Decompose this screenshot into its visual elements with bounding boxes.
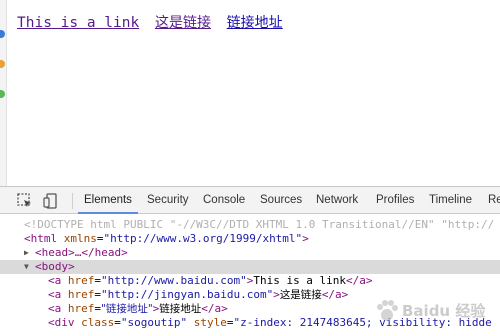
tab-timeline[interactable]: Timeline — [423, 187, 478, 214]
tab-profiles[interactable]: Profiles — [370, 187, 420, 214]
dom-link1-line[interactable]: <a href="http://www.baidu.com">This is a… — [0, 274, 500, 288]
link1-close: </a> — [346, 274, 373, 287]
devtools-toolbar: Elements Security Console Sources Networ… — [0, 187, 500, 214]
devtools-panel: Elements Security Console Sources Networ… — [0, 186, 500, 336]
link3-val: "链接地址" — [101, 303, 153, 315]
tab-overflow[interactable]: Re — [482, 187, 500, 214]
dom-div-line[interactable]: <div class="sogoutip" style="z-index: 21… — [0, 316, 500, 330]
link2-open: <a — [48, 288, 62, 301]
link3-open: <a — [48, 302, 62, 315]
link1-text: This is a link — [253, 274, 347, 287]
html-tag-open: <html — [24, 232, 58, 245]
link-this-is-a-link[interactable]: This is a link — [17, 15, 139, 31]
edge-marker-orange — [0, 60, 5, 68]
collapsed-triangle-icon[interactable]: ▶ — [24, 246, 29, 260]
body-tag: <body> — [35, 260, 75, 273]
link2-gt: > — [273, 288, 280, 301]
html-attr-value: "http://www.w3.org/1999/xhtml" — [103, 232, 303, 245]
window-left-edge — [0, 0, 7, 186]
html-attr-name: xmlns — [63, 232, 97, 245]
link-zhe-shi-lian-jie[interactable]: 这是链接 — [155, 15, 211, 31]
div-open: <div — [48, 316, 75, 329]
tab-elements[interactable]: Elements — [78, 187, 138, 214]
link1-val: "http://www.baidu.com" — [101, 274, 247, 287]
link2-text: 这是链接 — [279, 289, 322, 301]
expanded-triangle-icon[interactable]: ▼ — [24, 260, 29, 274]
link1-attr: href — [67, 274, 95, 287]
dom-html-line[interactable]: <html xmlns="http://www.w3.org/1999/xhtm… — [0, 232, 500, 246]
link3-attr: href — [67, 302, 95, 315]
div-val-style: "z-index: 2147483645; visibility: hidde — [233, 316, 492, 329]
tab-console[interactable]: Console — [197, 187, 251, 214]
edge-marker-green — [0, 90, 5, 98]
div-attr-class: class — [81, 316, 115, 329]
tab-sources[interactable]: Sources — [254, 187, 308, 214]
dom-head-line[interactable]: ▶ <head>…</head> — [0, 246, 500, 260]
dom-body-line[interactable]: ▼ <body> — [0, 260, 500, 274]
tab-network[interactable]: Network — [310, 187, 364, 214]
link2-val: "http://jingyan.baidu.com" — [101, 288, 274, 301]
link2-close: </a> — [321, 288, 349, 301]
link3-close: </a> — [201, 302, 228, 315]
dom-doctype-line[interactable]: <!DOCTYPE html PUBLIC "-//W3C//DTD XHTML… — [0, 218, 500, 232]
link1-open: <a — [48, 274, 62, 287]
link-lian-jie-di-zhi[interactable]: 链接地址 — [227, 15, 283, 31]
rendered-links-row: This is a link 这是链接 链接地址 — [17, 13, 290, 33]
doctype-text: <!DOCTYPE html PUBLIC "-//W3C//DTD XHTML… — [24, 218, 495, 231]
link2-attr: href — [67, 288, 95, 301]
page-viewport: This is a link 这是链接 链接地址 — [8, 0, 500, 186]
toolbar-divider — [72, 193, 73, 209]
div-val-class: "sogoutip" — [120, 316, 188, 329]
dom-link3-line[interactable]: <a href="链接地址">链接地址</a> — [0, 302, 500, 316]
edge-marker-blue — [0, 30, 5, 38]
tab-security[interactable]: Security — [141, 187, 195, 214]
dom-tree: <!DOCTYPE html PUBLIC "-//W3C//DTD XHTML… — [0, 215, 500, 336]
head-collapsed: <head>…</head> — [35, 246, 128, 259]
dom-link2-line[interactable]: <a href="http://jingyan.baidu.com">这是链接<… — [0, 288, 500, 302]
device-mode-icon[interactable] — [42, 192, 60, 210]
div-attr-style: style — [193, 316, 227, 329]
link3-text: 链接地址 — [159, 303, 202, 315]
inspect-element-icon[interactable] — [16, 192, 34, 210]
html-tag-close: > — [302, 232, 309, 245]
